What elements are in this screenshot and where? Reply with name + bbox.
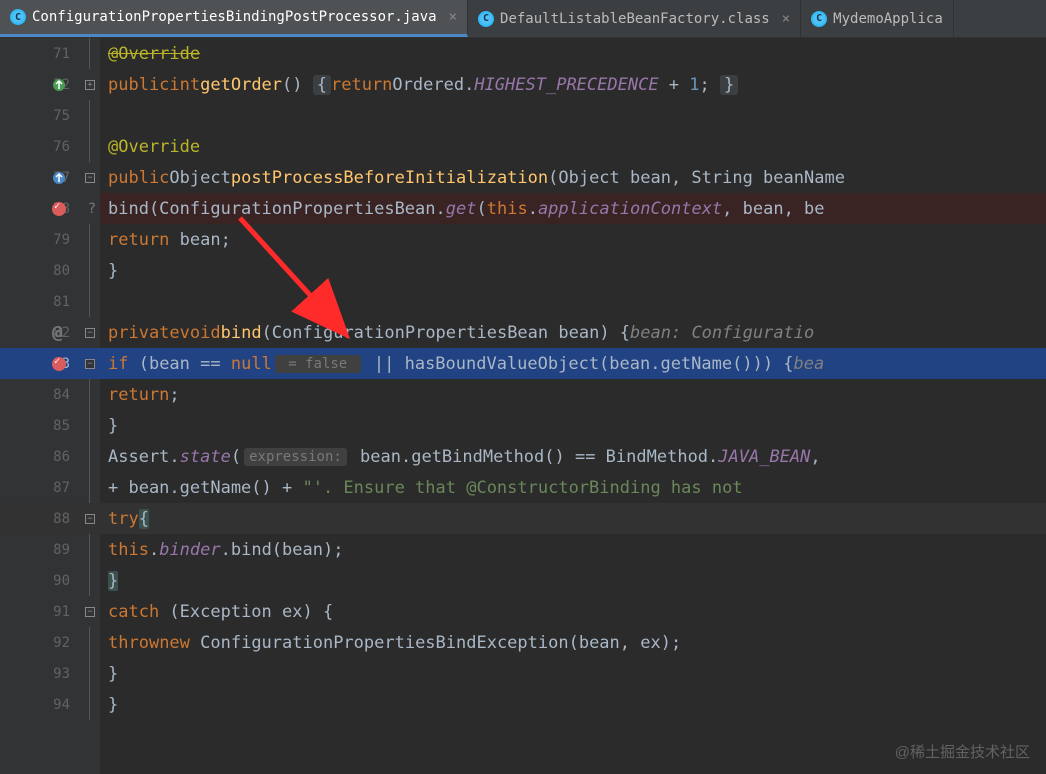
code-line[interactable]: } bbox=[100, 410, 1046, 441]
code-line[interactable]: public int getOrder() { return Ordered.H… bbox=[100, 69, 1046, 100]
code-area[interactable]: @Override public int getOrder() { return… bbox=[100, 38, 1046, 774]
line-number: 71 bbox=[40, 46, 70, 62]
fold-icon[interactable]: − bbox=[85, 514, 95, 524]
code-line[interactable] bbox=[100, 286, 1046, 317]
fold-icon[interactable]: + bbox=[85, 80, 95, 90]
code-line[interactable]: this.binder.bind(bean); bbox=[100, 534, 1046, 565]
line-number: 81 bbox=[40, 294, 70, 310]
line-number: 87 bbox=[40, 480, 70, 496]
code-line[interactable]: return; bbox=[100, 379, 1046, 410]
code-line[interactable]: } bbox=[100, 255, 1046, 286]
line-number: 76 bbox=[40, 139, 70, 155]
line-number: 75 bbox=[40, 108, 70, 124]
line-number: 90 bbox=[40, 573, 70, 589]
line-number: 94 bbox=[40, 697, 70, 713]
java-class-icon: C bbox=[10, 9, 26, 25]
inline-hint: expression: bbox=[244, 448, 347, 466]
fold-icon[interactable]: − bbox=[85, 328, 95, 338]
line-number: 88 bbox=[40, 511, 70, 527]
question-icon: ? bbox=[88, 201, 96, 217]
line-number: 89 bbox=[40, 542, 70, 558]
override-icon[interactable] bbox=[52, 171, 66, 185]
tab-label: MydemoApplica bbox=[833, 11, 943, 27]
code-line[interactable]: private void bind(ConfigurationPropertie… bbox=[100, 317, 1046, 348]
tab-label: DefaultListableBeanFactory.class bbox=[500, 11, 770, 27]
code-line[interactable] bbox=[100, 100, 1046, 131]
code-line[interactable]: Assert.state(expression: bean.getBindMet… bbox=[100, 441, 1046, 472]
code-line[interactable]: bind(ConfigurationPropertiesBean.get(thi… bbox=[100, 193, 1046, 224]
line-number: 85 bbox=[40, 418, 70, 434]
tab-file-1[interactable]: C ConfigurationPropertiesBindingPostProc… bbox=[0, 0, 468, 37]
close-icon[interactable]: × bbox=[443, 9, 457, 25]
line-number: 91 bbox=[40, 604, 70, 620]
tab-label: ConfigurationPropertiesBindingPostProces… bbox=[32, 9, 437, 25]
code-editor: 71 72+ 75 76 77− 78? 79 80 81 82@− 83− 8… bbox=[0, 38, 1046, 774]
fold-icon[interactable]: − bbox=[85, 359, 95, 369]
breakpoint-icon[interactable] bbox=[52, 202, 66, 216]
line-number: 92 bbox=[40, 635, 70, 651]
code-line[interactable]: } bbox=[100, 658, 1046, 689]
fold-icon[interactable]: − bbox=[85, 607, 95, 617]
override-icon[interactable] bbox=[52, 78, 66, 92]
line-number: 80 bbox=[40, 263, 70, 279]
usage-icon[interactable]: @ bbox=[52, 322, 63, 343]
watermark: @稀土掘金技术社区 bbox=[895, 741, 1030, 762]
line-number: 93 bbox=[40, 666, 70, 682]
code-line[interactable]: return bean; bbox=[100, 224, 1046, 255]
code-line[interactable]: throw new ConfigurationPropertiesBindExc… bbox=[100, 627, 1046, 658]
code-line-current[interactable]: if (bean == null = false || hasBoundValu… bbox=[100, 348, 1046, 379]
line-number: 86 bbox=[40, 449, 70, 465]
breakpoint-icon[interactable] bbox=[52, 357, 66, 371]
tab-file-2[interactable]: C DefaultListableBeanFactory.class × bbox=[468, 0, 801, 37]
code-line[interactable]: @Override bbox=[100, 131, 1046, 162]
code-line[interactable]: public Object postProcessBeforeInitializ… bbox=[100, 162, 1046, 193]
editor-tabs: C ConfigurationPropertiesBindingPostProc… bbox=[0, 0, 1046, 38]
tab-file-3[interactable]: C MydemoApplica bbox=[801, 0, 954, 37]
java-class-icon: C bbox=[478, 11, 494, 27]
gutter: 71 72+ 75 76 77− 78? 79 80 81 82@− 83− 8… bbox=[0, 38, 100, 774]
code-line[interactable]: try { bbox=[100, 503, 1046, 534]
code-line[interactable]: } bbox=[100, 565, 1046, 596]
code-line[interactable]: catch (Exception ex) { bbox=[100, 596, 1046, 627]
code-line[interactable]: @Override bbox=[100, 38, 1046, 69]
java-class-icon: C bbox=[811, 11, 827, 27]
inline-hint: = false bbox=[275, 355, 361, 373]
code-line[interactable]: } bbox=[100, 689, 1046, 720]
code-line[interactable]: + bean.getName() + "'. Ensure that @Cons… bbox=[100, 472, 1046, 503]
line-number: 84 bbox=[40, 387, 70, 403]
fold-icon[interactable]: − bbox=[85, 173, 95, 183]
line-number: 79 bbox=[40, 232, 70, 248]
close-icon[interactable]: × bbox=[776, 11, 790, 27]
